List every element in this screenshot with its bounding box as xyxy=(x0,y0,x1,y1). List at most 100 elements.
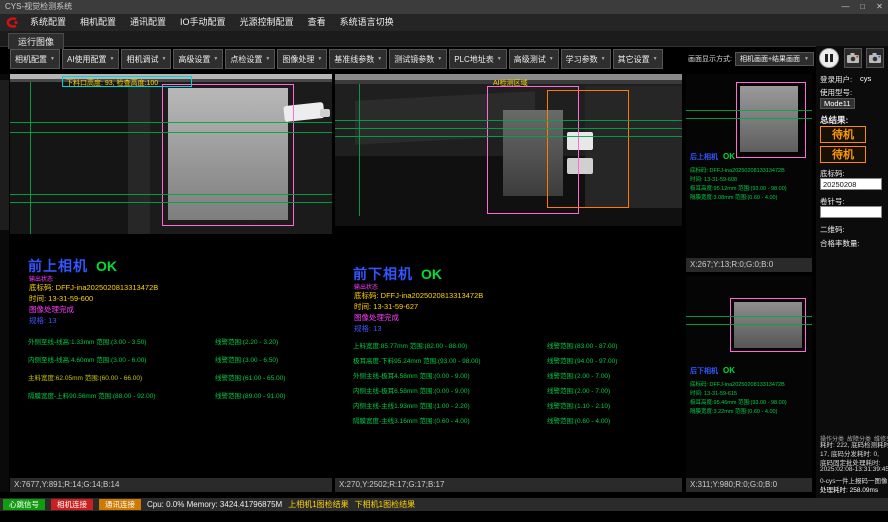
camera3-status: OK xyxy=(723,152,735,161)
pause-icon xyxy=(830,54,833,62)
measure-vline-green xyxy=(30,82,31,234)
measure-line-green xyxy=(686,324,812,325)
chevron-down-icon: ▼ xyxy=(377,56,382,62)
roi-rect-pink xyxy=(162,84,294,226)
toolbar-label: 学习参数 xyxy=(566,54,598,65)
minimize-button[interactable]: — xyxy=(837,0,854,14)
machine-dark-area xyxy=(10,82,128,234)
toolbar-label: 点检设置 xyxy=(230,54,262,65)
comm-connection-badge: 通讯连接 xyxy=(99,499,141,510)
display-mode-select[interactable]: 相机画面+结果画面 ▼ xyxy=(735,52,814,66)
measurement-row: 隔膜宽度-上料90.56mm 范围:(88.00 - 92.00) xyxy=(28,390,156,400)
model-label: 使用型号: xyxy=(820,87,852,98)
menu-io-manual-config[interactable]: IO手动配置 xyxy=(173,14,233,31)
camera1-coords: X:7677,Y:891;R:14;G:14;B:14 xyxy=(10,478,332,492)
measurement-right: 线警范围:(94.00 - 97.00) xyxy=(547,358,617,365)
measurement-row: 线警范围:(3.00 - 6.50) xyxy=(215,354,278,364)
measure-line-green xyxy=(335,120,682,121)
measure-line-green xyxy=(10,132,332,133)
measurement-left: 外侧至线-线高:1.33mm 范围:(3.00 - 3.50) xyxy=(28,339,146,346)
measurement-row: 隔膜宽度-主线3.16mm 范围:(0.60 - 4.00) xyxy=(353,415,470,425)
measurement-row: 外侧至线-线高:1.33mm 范围:(3.00 - 3.50) xyxy=(28,336,146,346)
measurement-row: 线警范围:(89.00 - 91.00) xyxy=(215,390,285,400)
toolbar-camera-config[interactable]: 相机配置▼ xyxy=(10,49,60,69)
tab-run-image[interactable]: 运行图像 xyxy=(8,33,64,49)
measurement-row: 线警范围:(61.00 - 65.00) xyxy=(215,372,285,382)
toolbar-learning-params[interactable]: 学习参数▼ xyxy=(561,49,611,69)
measurement-right: 线警范围:(2.20 - 3.20) xyxy=(215,339,278,346)
toolbar-label: 基准线参数 xyxy=(334,54,374,65)
menu-camera-config[interactable]: 相机配置 xyxy=(73,14,123,31)
menu-comm-config[interactable]: 通讯配置 xyxy=(123,14,173,31)
toolbar-test-mirror-params[interactable]: 测试镜参数▼ xyxy=(389,49,447,69)
camera1-title: 前上相机 xyxy=(28,258,88,274)
camera-view-rear-bottom: 后下相机OK 底标码: DFFJ-ina2025020813313472B 时间… xyxy=(686,276,812,492)
toolbar-other-settings[interactable]: 其它设置▼ xyxy=(613,49,663,69)
camera3-coords: X:267;Y:13;R:0;G:0;B:0 xyxy=(686,258,812,272)
camera1-overlay-text: 下料口高度: 93, 检查高度:100 xyxy=(66,78,158,88)
login-user-label: 登录用户: xyxy=(820,74,852,85)
chevron-down-icon: ▼ xyxy=(549,56,554,62)
camera2-title-row: 前下相机OK xyxy=(353,264,442,284)
measure-line-green xyxy=(335,136,682,137)
window-title: CYS-视觉检测系统 xyxy=(5,2,72,11)
camera1-status: OK xyxy=(96,258,117,274)
camera-view-rear-top: 后上相机OK 底标码: DFFJ-ina2025020813313472B 时间… xyxy=(686,74,812,272)
chevron-down-icon: ▼ xyxy=(161,56,166,62)
measurement-row: 线警范围:(1.10 - 2.10) xyxy=(547,400,610,410)
camera2-image[interactable]: AI检测区域 xyxy=(335,74,682,226)
camera3-image[interactable]: 后上相机OK 底标码: DFFJ-ina2025020813313472B 时间… xyxy=(686,74,812,258)
cpu-memory-readout: Cpu: 0.0% Memory: 3424.41796875M xyxy=(147,500,282,509)
toolbar-camera-debug[interactable]: 相机调试▼ xyxy=(121,49,171,69)
camera4-image[interactable]: 后下相机OK 底标码: DFFJ-ina2025020813313472B 时间… xyxy=(686,276,812,478)
camera1-process-status: 图像处理完成 xyxy=(29,304,74,315)
camera2-barcode: 底标码: DFFJ-ina2025020813313472B xyxy=(354,290,483,301)
maximize-button[interactable]: □ xyxy=(854,0,871,14)
ai-roi-rect-orange xyxy=(547,90,629,208)
close-button[interactable]: ✕ xyxy=(871,0,888,14)
toolbar-label: 高级测试 xyxy=(514,54,546,65)
display-mode-value: 相机画面+结果画面 xyxy=(740,54,800,64)
toolbar-label: 相机调试 xyxy=(126,54,158,65)
toolbar-label: 相机配置 xyxy=(15,54,47,65)
camera1-image[interactable]: 下料口高度: 93, 检查高度:100 xyxy=(10,74,332,234)
menu-bar: 系统配置 相机配置 通讯配置 IO手动配置 光源控制配置 查看 系统语言切换 xyxy=(0,14,888,31)
model-value-select[interactable]: Mode11 xyxy=(820,98,855,109)
toolbar-image-processing[interactable]: 图像处理▼ xyxy=(277,49,327,69)
roi-rect-pink xyxy=(730,298,806,352)
measurement-right: 线警范围:(0.60 - 4.00) xyxy=(547,418,610,425)
menu-light-control-config[interactable]: 光源控制配置 xyxy=(233,14,301,31)
camera4-line: 底标码: DFFJ-ina2025020813313472B xyxy=(690,380,785,388)
barcode-input[interactable] xyxy=(820,178,882,190)
stats-processing-time: 处理耗时: 258.09ms xyxy=(820,484,878,494)
reel-number-input[interactable] xyxy=(820,206,882,218)
chevron-down-icon: ▼ xyxy=(653,56,658,62)
menu-system-config[interactable]: 系统配置 xyxy=(23,14,73,31)
camera-capture-button-2[interactable] xyxy=(866,48,884,68)
menu-view[interactable]: 查看 xyxy=(301,14,333,31)
toolbar-label: AI使用配置 xyxy=(67,54,107,65)
measurement-row: 极耳高度-下料95.24mm 范围:(93.00 - 98.00) xyxy=(353,355,481,365)
camera4-line: 隔膜宽度:3.22mm 范围:(0.60 - 4.00) xyxy=(690,407,777,415)
camera4-title-row: 后下相机OK xyxy=(690,366,735,376)
lower-camera-result-text: 下相机1图检结果 xyxy=(355,499,415,510)
toolbar-advanced-settings[interactable]: 高级设置▼ xyxy=(173,49,223,69)
pause-button[interactable] xyxy=(819,48,839,68)
camera3-title: 后上相机 xyxy=(690,154,718,161)
status-bar: 心跳信号 相机连接 通讯连接 Cpu: 0.0% Memory: 3424.41… xyxy=(0,498,888,511)
qr-code-label: 二维码: xyxy=(820,224,845,235)
measurement-row: 内侧主线-主线1.93mm 范围:(1.00 - 2.20) xyxy=(353,400,470,410)
login-user-value: cys xyxy=(860,74,871,83)
measurement-right: 线警范围:(61.00 - 65.00) xyxy=(215,375,285,382)
toolbar-ai-use-config[interactable]: AI使用配置▼ xyxy=(62,49,120,69)
menu-language-switch[interactable]: 系统语言切换 xyxy=(333,14,401,31)
camera4-title: 后下相机 xyxy=(690,368,718,375)
toolbar-plc-address-table[interactable]: PLC地址表▼ xyxy=(449,49,507,69)
camera-icon xyxy=(869,53,881,63)
toolbar-spot-check[interactable]: 点检设置▼ xyxy=(225,49,275,69)
toolbar-advanced-test[interactable]: 高级测试▼ xyxy=(509,49,559,69)
toolbar-baseline-params[interactable]: 基准线参数▼ xyxy=(329,49,387,69)
pass-rate-label: 合格率数量: xyxy=(820,238,860,249)
camera-capture-button-1[interactable] xyxy=(844,48,862,68)
measurement-left: 隔膜宽度-上料90.56mm 范围:(88.00 - 92.00) xyxy=(28,393,156,400)
